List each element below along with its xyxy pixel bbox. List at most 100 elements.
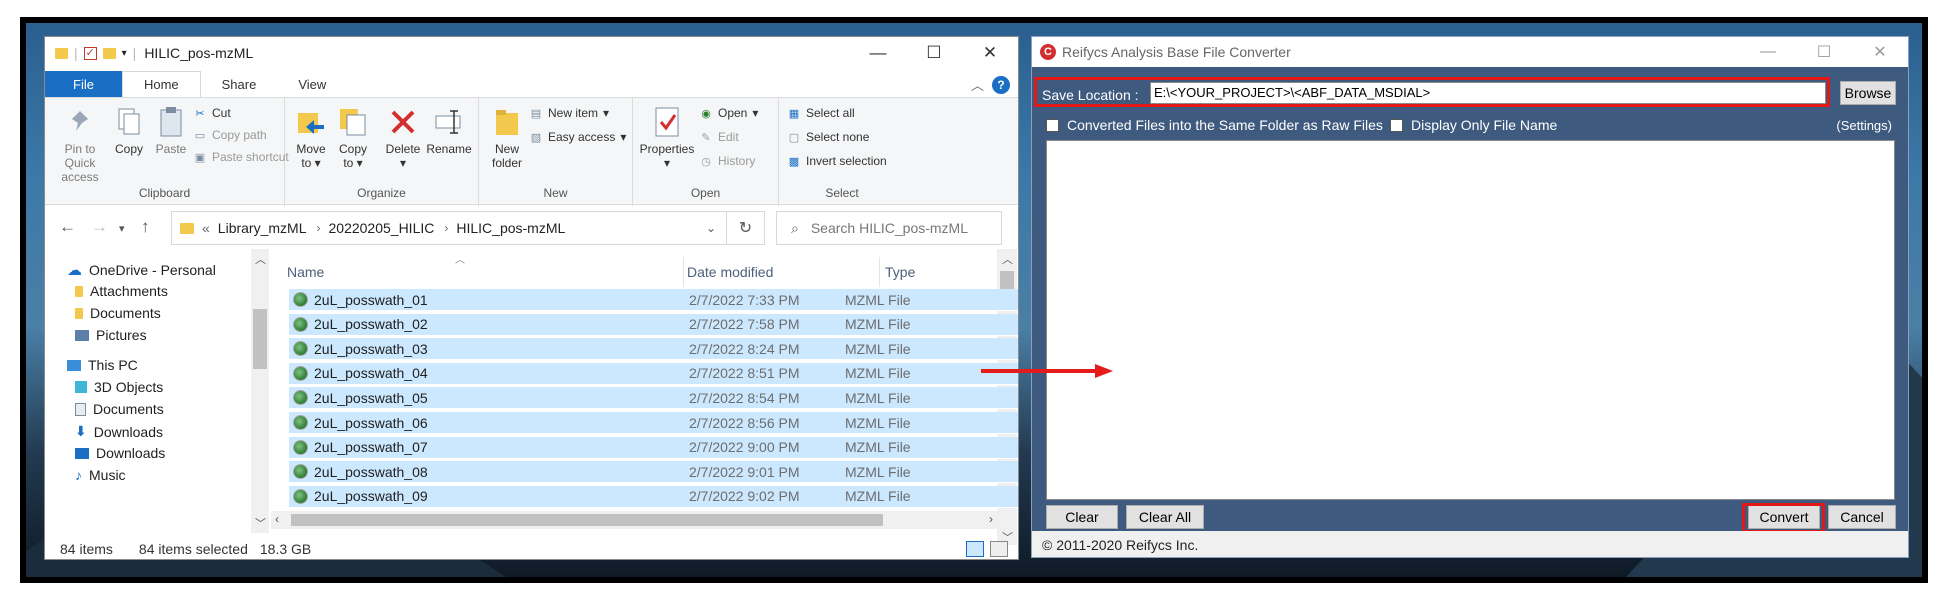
maximize-button[interactable]: ☐	[906, 37, 962, 69]
clear-all-button[interactable]: Clear All	[1126, 505, 1204, 529]
edit-button[interactable]: ✎ Edit	[699, 130, 738, 144]
close-button[interactable]: ✕	[1852, 37, 1908, 67]
display-name-option[interactable]: Display Only File Name	[1390, 117, 1557, 133]
invert-selection-button[interactable]: ▩ Invert selection	[787, 154, 887, 168]
refresh-button[interactable]: ↻	[727, 211, 765, 245]
nav-this-pc[interactable]: This PC	[67, 357, 138, 373]
file-row[interactable]: 2uL_posswath_04 2/7/2022 8:51 PM MZML File	[289, 362, 1018, 385]
history-button[interactable]: ◷ History	[699, 154, 755, 168]
column-type[interactable]: Type	[885, 264, 915, 280]
file-row[interactable]: 2uL_posswath_03 2/7/2022 8:24 PM MZML File	[289, 338, 1018, 361]
move-to-icon	[296, 106, 326, 138]
display-name-checkbox[interactable]	[1390, 118, 1403, 132]
cancel-button[interactable]: Cancel	[1828, 505, 1896, 529]
properties-button[interactable]: Properties ▾	[637, 106, 697, 170]
same-folder-option[interactable]: Converted Files into the Same Folder as …	[1046, 117, 1383, 133]
file-row[interactable]: 2uL_posswath_07 2/7/2022 9:00 PM MZML File	[289, 436, 1018, 459]
recent-locations-icon[interactable]: ▾	[119, 222, 125, 235]
converter-body: Save Location : E:\<YOUR_PROJECT>\<ABF_D…	[1032, 67, 1908, 531]
copy-path-button[interactable]: ▭ Copy path	[193, 128, 267, 142]
same-folder-checkbox[interactable]	[1046, 118, 1059, 132]
minimize-button[interactable]: —	[850, 37, 906, 69]
copy-to-button[interactable]: Copy to ▾	[333, 106, 373, 170]
nav-documents[interactable]: Documents	[75, 401, 164, 417]
scroll-up-icon[interactable]: ︿	[255, 251, 266, 267]
up-arrow-icon[interactable]: ↑	[141, 217, 150, 237]
pin-quick-access-button[interactable]: Pin to Quick access	[51, 106, 109, 184]
nav-documents-onedrive[interactable]: Documents	[75, 305, 161, 321]
breadcrumb-overflow[interactable]: «	[202, 220, 210, 236]
cut-button[interactable]: ✂ Cut	[193, 106, 230, 120]
scroll-right-icon[interactable]: ›	[989, 512, 993, 526]
breadcrumb-current[interactable]: HILIC_pos-mzML	[456, 220, 565, 236]
collapse-ribbon-icon[interactable]: ︿	[971, 75, 984, 94]
back-arrow-icon[interactable]: ←	[59, 217, 76, 237]
customize-toolbar-icon[interactable]: ▾	[122, 48, 127, 59]
nav-attachments[interactable]: Attachments	[75, 283, 168, 299]
details-view-icon[interactable]	[966, 541, 984, 557]
paste-shortcut-button[interactable]: ▣ Paste shortcut	[193, 150, 289, 164]
tab-file[interactable]: File	[45, 71, 122, 97]
select-none-button[interactable]: ▢ Select none	[787, 130, 870, 144]
nav-scrollbar[interactable]: ︿ ﹀	[251, 249, 269, 533]
nav-scroll-thumb[interactable]	[253, 309, 267, 369]
chevron-down-icon[interactable]: ⌄	[706, 221, 716, 235]
chevron-right-icon[interactable]: ›	[317, 221, 321, 235]
browse-button[interactable]: Browse	[1840, 81, 1896, 105]
file-row[interactable]: 2uL_posswath_06 2/7/2022 8:56 PM MZML File	[289, 412, 1018, 434]
rename-button[interactable]: Rename	[425, 106, 473, 156]
file-row[interactable]: 2uL_posswath_02 2/7/2022 7:58 PM MZML File	[289, 313, 1018, 336]
new-item-button[interactable]: ▤ New item ▾	[529, 106, 609, 120]
file-row[interactable]: 2uL_posswath_08 2/7/2022 9:01 PM MZML File	[289, 461, 1018, 484]
save-location-input[interactable]: E:\<YOUR_PROJECT>\<ABF_DATA_MSDIAL>	[1150, 82, 1826, 104]
clear-button[interactable]: Clear	[1046, 505, 1118, 529]
move-to-button[interactable]: Move to ▾	[291, 106, 331, 170]
new-label: New	[543, 186, 568, 200]
open-button[interactable]: ◉ Open ▾	[699, 106, 758, 120]
delete-button[interactable]: Delete ▾	[381, 106, 425, 170]
tab-home[interactable]: Home	[121, 71, 201, 97]
select-none-icon: ▢	[788, 131, 800, 144]
address-bar[interactable]: « Library_mzML › 20220205_HILIC › HILIC_…	[171, 211, 727, 245]
nav-onedrive[interactable]: ☁ OneDrive - Personal	[67, 261, 216, 279]
settings-link[interactable]: (Settings)	[1836, 118, 1892, 133]
maximize-button[interactable]: ☐	[1796, 37, 1852, 67]
large-icons-view-icon[interactable]	[990, 541, 1008, 557]
column-date-modified[interactable]: Date modified	[687, 264, 773, 280]
scroll-down-icon[interactable]: ﹀	[255, 515, 266, 531]
select-all-button[interactable]: ▦ Select all	[787, 106, 855, 120]
nav-pictures[interactable]: Pictures	[75, 327, 147, 343]
help-icon[interactable]: ?	[992, 75, 1010, 94]
nav-downloads-2[interactable]: Downloads	[75, 445, 165, 461]
column-name[interactable]: Name	[287, 264, 324, 280]
forward-arrow-icon[interactable]: →	[91, 217, 108, 237]
scroll-left-icon[interactable]: ‹	[275, 512, 279, 526]
file-date-cell: 2/7/2022 9:00 PM	[689, 439, 800, 456]
properties-check-icon[interactable]: ✓	[83, 46, 97, 60]
minimize-button[interactable]: —	[1740, 37, 1796, 67]
nav-downloads[interactable]: ⬇ Downloads	[75, 423, 163, 440]
address-bar-row: ← → ▾ ↑ « Library_mzML › 20220205_HILIC …	[45, 205, 1018, 249]
breadcrumb-date-folder[interactable]: 20220205_HILIC	[329, 220, 435, 236]
file-row[interactable]: 2uL_posswath_01 2/7/2022 7:33 PM MZML File	[289, 289, 1018, 311]
file-row[interactable]: 2uL_posswath_09 2/7/2022 9:02 PM MZML File	[289, 485, 1018, 508]
copy-button[interactable]: Copy	[109, 106, 149, 156]
file-drop-list[interactable]	[1046, 140, 1895, 500]
horizontal-scrollbar[interactable]: ‹ ›	[271, 511, 997, 529]
new-folder-icon[interactable]	[102, 47, 116, 59]
h-scroll-thumb[interactable]	[291, 514, 883, 526]
search-input[interactable]: ⌕ Search HILIC_pos-mzML	[776, 211, 1002, 245]
tab-share[interactable]: Share	[201, 71, 278, 97]
tab-view[interactable]: View	[277, 71, 347, 97]
easy-access-button[interactable]: ▧ Easy access ▾	[529, 130, 627, 144]
file-row[interactable]: 2uL_posswath_05 2/7/2022 8:54 PM MZML File	[289, 387, 1018, 410]
new-folder-button[interactable]: New folder	[487, 106, 527, 170]
close-button[interactable]: ✕	[962, 37, 1018, 69]
paste-button[interactable]: Paste	[149, 106, 193, 156]
file-date-cell: 2/7/2022 8:51 PM	[689, 365, 800, 382]
nav-music[interactable]: ♪ Music	[75, 467, 126, 483]
chevron-right-icon[interactable]: ›	[444, 221, 448, 235]
scroll-up-icon[interactable]: ︿	[1002, 251, 1013, 267]
breadcrumb-library[interactable]: Library_mzML	[218, 220, 307, 236]
nav-3d-objects[interactable]: 3D Objects	[75, 379, 163, 395]
